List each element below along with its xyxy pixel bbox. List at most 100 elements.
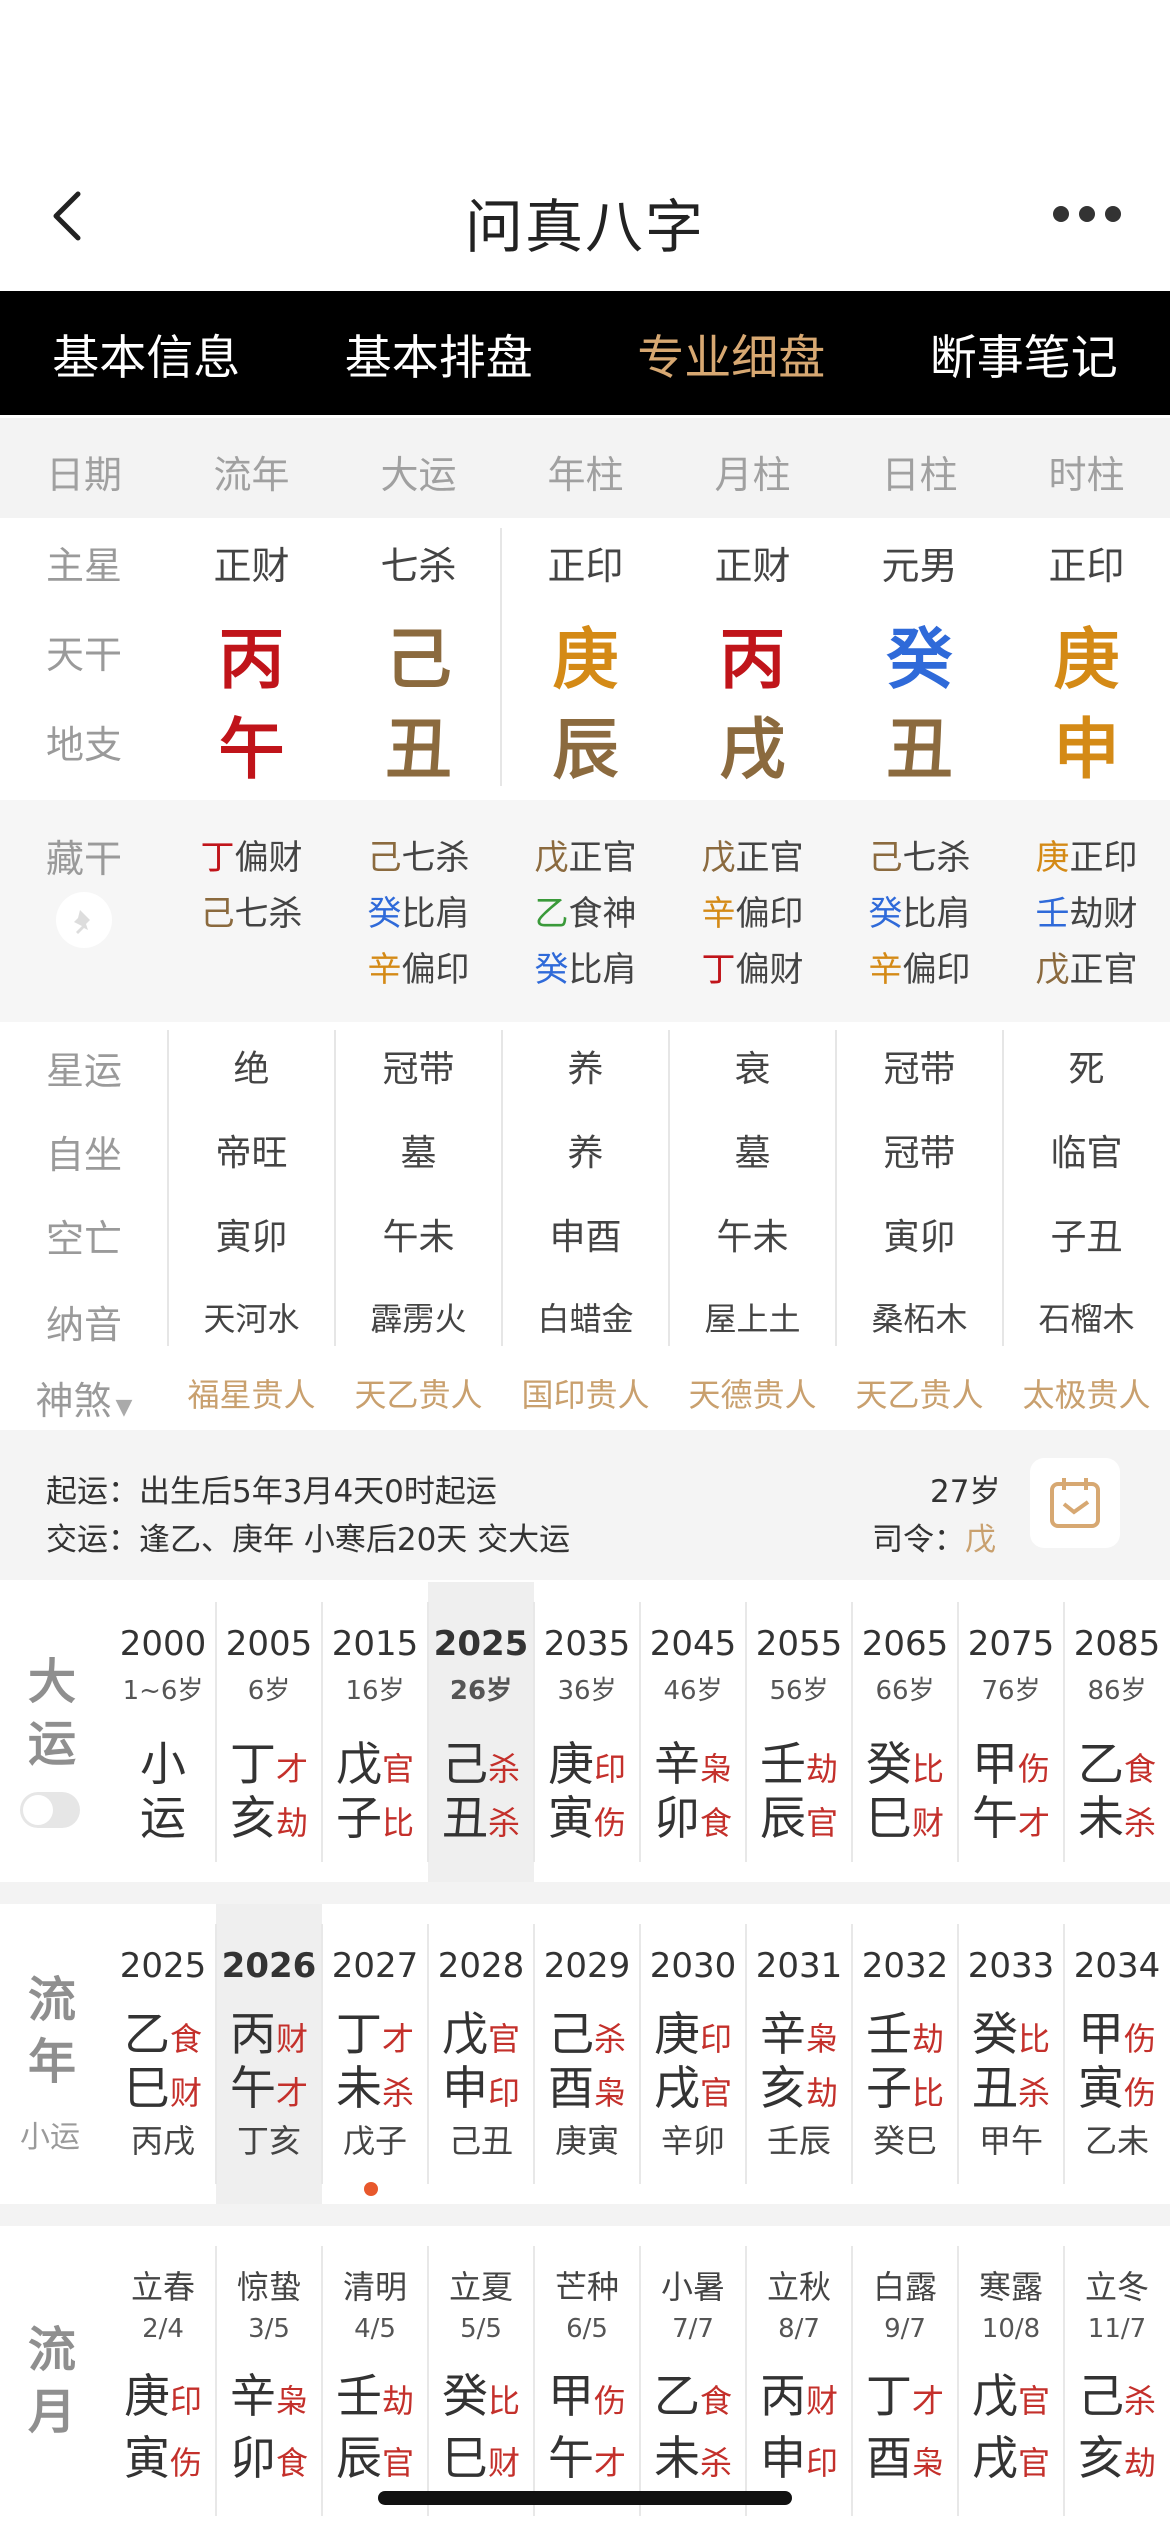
- shishen-tag: 杀: [1017, 2074, 1050, 2112]
- dayun-column[interactable]: 2075 76岁 甲伤 午才: [957, 1582, 1064, 1882]
- shishen-tag: 食: [699, 2382, 732, 2420]
- pin-icon[interactable]: [56, 892, 112, 948]
- ganzhi-char: 丑: [971, 2061, 1018, 2115]
- shishen-tag: 伤: [593, 2382, 626, 2420]
- ganzhi-char: 己: [1077, 2369, 1124, 2423]
- dayun-column[interactable]: 2035 36岁 庚印 寅伤: [533, 1582, 640, 1882]
- shensha-cell[interactable]: 福星贵人: [168, 1370, 335, 1416]
- dayun-column[interactable]: 2045 46岁 辛枭 卯食: [639, 1582, 746, 1882]
- liunian-column[interactable]: 2032 壬劫 子比 癸巳: [851, 1904, 958, 2204]
- liuyue-column[interactable]: 惊蛰 3/5 辛枭 卯食: [215, 2226, 322, 2532]
- ganzhi-char: 辛: [229, 2369, 276, 2423]
- dayun-age: 56岁: [769, 1676, 829, 1706]
- liuyue-column[interactable]: 立冬 11/7 己杀 亥劫: [1063, 2226, 1170, 2532]
- tiangan-char: 丙: [719, 621, 786, 698]
- ganzhi-char: 癸: [441, 2369, 488, 2423]
- liuyue-branch: 辰官: [322, 2422, 428, 2488]
- canggan-shishen: 比肩: [568, 950, 637, 990]
- dayun-year: 2000: [119, 1624, 207, 1664]
- tab-notes[interactable]: 断事笔记: [878, 291, 1170, 415]
- canggan-shishen: 正官: [735, 838, 804, 878]
- nayin-cell: 天河水: [203, 1300, 300, 1338]
- liunian-column[interactable]: 2025 乙食 巳财 丙戌: [110, 1904, 216, 2204]
- liunian-column[interactable]: 2030 庚印 戌官 辛卯: [639, 1904, 746, 2204]
- dayun-age: 66岁: [875, 1676, 935, 1706]
- liuyue-column[interactable]: 立春 2/4 庚印 寅伤: [110, 2226, 216, 2532]
- dayun-year: 2085: [1073, 1624, 1161, 1664]
- canggan-item: 庚正印: [1003, 830, 1170, 879]
- tab-basic-chart[interactable]: 基本排盘: [293, 291, 586, 415]
- liuyue-column[interactable]: 寒露 10/8 戊官 戌官: [957, 2226, 1064, 2532]
- liuyue-column[interactable]: 小暑 7/7 乙食 未杀: [639, 2226, 746, 2532]
- shensha-cell[interactable]: 太极贵人: [1003, 1370, 1170, 1416]
- canggan-shishen: 七杀: [401, 838, 470, 878]
- shishen-tag: 才: [593, 2444, 626, 2482]
- tiangan-char: 己: [385, 621, 452, 698]
- liunian-column[interactable]: 2034 甲伤 寅伤 乙未: [1063, 1904, 1170, 2204]
- liunian-column[interactable]: 2029 己杀 酉枭 庚寅: [533, 1904, 640, 2204]
- more-dots-icon[interactable]: [1052, 204, 1122, 224]
- tab-professional-chart[interactable]: 专业细盘: [585, 291, 878, 415]
- dayun-toggle[interactable]: [20, 1792, 80, 1828]
- liuyue-column[interactable]: 立秋 8/7 丙财 申印: [745, 2226, 852, 2532]
- dayun-age: 76岁: [981, 1676, 1041, 1706]
- liuyue-column[interactable]: 芒种 6/5 甲伤 午才: [533, 2226, 640, 2532]
- calendar-icon[interactable]: [1030, 1458, 1120, 1548]
- ganzhi-char: 亥: [759, 2061, 806, 2115]
- dayun-column[interactable]: 2000 1~6岁小运: [110, 1582, 216, 1882]
- jieqi-date: 9/7: [884, 2314, 926, 2344]
- ganzhi-char: 丙: [759, 2369, 806, 2423]
- divider: [501, 1030, 503, 1346]
- jieqi-date: 10/8: [981, 2314, 1041, 2344]
- liunian-year: 2026: [221, 1946, 317, 1986]
- jieqi-date: 3/5: [248, 2314, 290, 2344]
- ganzhi-char: 未: [1077, 1791, 1124, 1845]
- liuyue-column[interactable]: 白露 9/7 丁才 酉枭: [851, 2226, 958, 2532]
- liunian-column[interactable]: 2033 癸比 丑杀 甲午: [957, 1904, 1064, 2204]
- liuyue-stem: 己杀: [1064, 2360, 1170, 2426]
- shishen-tag: 财: [805, 2382, 838, 2420]
- xiaoyun-ganzhi: 己丑: [448, 2122, 513, 2160]
- shensha-cell[interactable]: 天德贵人: [669, 1370, 836, 1416]
- divider: [957, 1924, 959, 2184]
- divider: [321, 2246, 323, 2516]
- shensha-cell[interactable]: 天乙贵人: [836, 1370, 1003, 1416]
- ganzhi-char: 亥: [1077, 2431, 1124, 2485]
- liunian-column[interactable]: 2031 辛枭 亥劫 壬辰: [745, 1904, 852, 2204]
- liunian-branch: 申印: [428, 2052, 534, 2118]
- row-label-shensha[interactable]: 神煞 ▼: [0, 1370, 168, 1425]
- divider: [427, 2246, 429, 2516]
- ganzhi-char: 甲: [547, 2369, 594, 2423]
- shishen-tag: 财: [487, 2444, 520, 2482]
- dayun-branch: 丑杀: [428, 1782, 534, 1848]
- liunian-year: 2025: [119, 1946, 207, 1986]
- dayun-column[interactable]: 2005 6岁 丁才 亥劫: [215, 1582, 322, 1882]
- dayun-column[interactable]: 2015 16岁 戊官 子比: [321, 1582, 428, 1882]
- tab-basic-info[interactable]: 基本信息: [0, 291, 293, 415]
- shensha-cell[interactable]: 天乙贵人: [335, 1370, 502, 1416]
- xiaoyun-label: 小运: [20, 2120, 80, 2155]
- liunian-column[interactable]: 2028 戊官 申印 己丑: [427, 1904, 534, 2204]
- dayun-year: 2075: [967, 1624, 1055, 1664]
- xiaoyun-ganzhi: 丙戌: [130, 2122, 195, 2160]
- dayun-column[interactable]: 2025 26岁 己杀 丑杀: [427, 1582, 534, 1882]
- tiangan-char: 庚: [1053, 621, 1120, 698]
- liunian-year: 2028: [437, 1946, 525, 1986]
- shensha-cell[interactable]: 国印贵人: [502, 1370, 669, 1416]
- liuyue-branch: 卯食: [216, 2422, 322, 2488]
- dayun-age: 86岁: [1087, 1676, 1147, 1706]
- liuyue-branch: 寅伤: [110, 2422, 216, 2488]
- liunian-column[interactable]: 2026 丙财 午才 丁亥: [215, 1904, 322, 2204]
- liuyue-column[interactable]: 清明 4/5 壬劫 辰官: [321, 2226, 428, 2532]
- caret-down-icon: ▼: [115, 1395, 133, 1420]
- liunian-column[interactable]: 2027 丁才 未杀 戊子: [321, 1904, 428, 2204]
- dayun-column[interactable]: 2065 66岁 癸比 巳财: [851, 1582, 958, 1882]
- liunian-year: 2030: [649, 1946, 737, 1986]
- dayun-column[interactable]: 2085 86岁 乙食 未杀: [1063, 1582, 1170, 1882]
- siling-value: 戊: [965, 1522, 996, 1558]
- jieqi-name: 白露: [872, 2268, 937, 2306]
- canggan-section: 藏干 丁偏财 己七杀 己七杀 癸比肩 辛偏印 戊正官 乙食神 癸比肩 戊正官 辛偏印 丁偏财 己七杀癸…: [0, 800, 1170, 1022]
- liuyue-column[interactable]: 立夏 5/5 癸比 巳财: [427, 2226, 534, 2532]
- dayun-column[interactable]: 2055 56岁 壬劫 辰官: [745, 1582, 852, 1882]
- xiaoyun-ganzhi: 戊子: [342, 2122, 407, 2160]
